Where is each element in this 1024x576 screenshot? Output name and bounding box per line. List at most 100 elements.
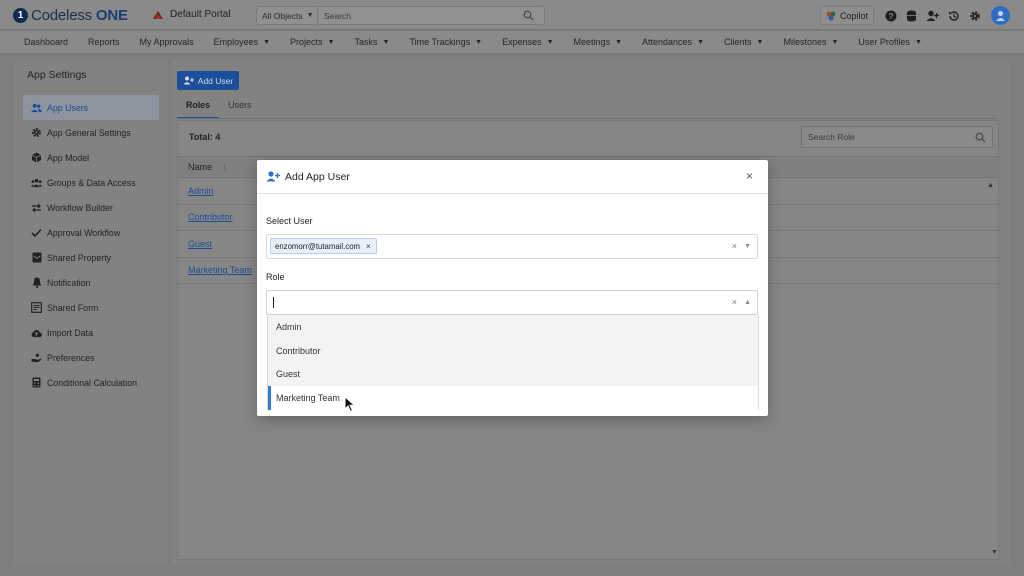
sidebar-item-shared-property[interactable]: Shared Property xyxy=(23,245,159,270)
role-option[interactable]: Marketing Team xyxy=(268,386,758,410)
copilot-icon xyxy=(826,11,836,20)
user-avatar[interactable] xyxy=(991,6,1010,25)
role-link[interactable]: Guest xyxy=(188,239,212,249)
check-icon xyxy=(31,227,42,238)
nav-milestones[interactable]: Milestones ▼ xyxy=(783,37,838,47)
nav-reports[interactable]: Reports xyxy=(88,37,120,47)
portal-icon xyxy=(153,10,163,19)
chevron-down-icon: ▼ xyxy=(475,38,483,46)
sidebar-menu: App Users App General Settings App Model… xyxy=(23,95,159,395)
sidebar-item-conditional-calculation[interactable]: Conditional Calculation xyxy=(23,370,159,395)
modal-title: Add App User xyxy=(285,170,350,183)
tab-roles[interactable]: Roles xyxy=(177,98,219,119)
nav-tasks[interactable]: Tasks ▼ xyxy=(355,37,390,47)
nav-clients[interactable]: Clients ▼ xyxy=(724,37,763,47)
chevron-down-icon: ▼ xyxy=(831,38,839,46)
sidebar-item-preferences[interactable]: Preferences xyxy=(23,345,159,370)
settings-sidebar: App Settings App Users App General Setti… xyxy=(14,60,168,565)
form-icon xyxy=(31,302,42,313)
role-option[interactable]: Contributor xyxy=(268,338,758,363)
sidebar-item-notification[interactable]: Notification xyxy=(23,270,159,295)
add-user-icon[interactable] xyxy=(926,9,939,22)
nav-meetings[interactable]: Meetings ▼ xyxy=(574,37,622,47)
logo-mark-icon: 1 xyxy=(13,8,28,23)
chevron-down-icon: ▼ xyxy=(382,38,390,46)
add-user-button[interactable]: Add User xyxy=(177,71,239,90)
sidebar-item-import-data[interactable]: Import Data xyxy=(23,320,159,345)
scroll-down-arrow-icon[interactable]: ▼ xyxy=(991,549,998,556)
clear-icon[interactable]: × xyxy=(732,297,737,307)
sidebar-item-app-users[interactable]: App Users xyxy=(23,95,159,120)
global-search-input[interactable]: Search xyxy=(319,6,545,25)
role-option[interactable]: Admin xyxy=(268,315,758,339)
nav-user-profiles[interactable]: User Profiles ▼ xyxy=(858,37,921,47)
cloud-upload-icon xyxy=(31,327,42,338)
nav-time-trackings[interactable]: Time Trackings ▼ xyxy=(409,37,482,47)
chevron-down-icon[interactable]: ▼ xyxy=(744,243,751,250)
chevron-down-icon: ▼ xyxy=(327,38,335,46)
selected-user-chip: enzomorr@tutamail.com × xyxy=(270,238,377,254)
copilot-button[interactable]: Copilot xyxy=(820,6,874,25)
chevron-down-icon: ▼ xyxy=(756,38,764,46)
property-icon xyxy=(31,252,42,263)
portal-switcher[interactable]: Default Portal xyxy=(152,9,231,20)
tab-users[interactable]: Users xyxy=(219,98,261,119)
add-app-user-modal: Add App User × Select User enzomorr@tuta… xyxy=(257,160,768,416)
role-link[interactable]: Contributor xyxy=(188,212,233,222)
nav-attendances[interactable]: Attendances ▼ xyxy=(642,37,704,47)
select-user-label: Select User xyxy=(266,216,313,226)
database-icon[interactable] xyxy=(905,9,918,22)
sidebar-item-app-general-settings[interactable]: App General Settings xyxy=(23,120,159,145)
chevron-down-icon: ▼ xyxy=(615,38,623,46)
nav-employees[interactable]: Employees ▼ xyxy=(214,37,270,47)
column-header-name[interactable]: Name xyxy=(188,162,212,172)
clear-icon[interactable]: × xyxy=(732,241,737,251)
close-icon[interactable]: × xyxy=(746,170,753,182)
sidebar-item-shared-form[interactable]: Shared Form xyxy=(23,295,159,320)
search-icon[interactable] xyxy=(523,10,534,21)
add-user-icon xyxy=(266,171,280,182)
chevron-down-icon: ▼ xyxy=(306,12,314,19)
sidebar-title: App Settings xyxy=(27,69,87,81)
nav-expenses[interactable]: Expenses ▼ xyxy=(502,37,553,47)
text-cursor xyxy=(273,297,274,308)
svg-text:?: ? xyxy=(888,12,893,21)
portal-name: Default Portal xyxy=(170,9,231,20)
chevron-up-icon[interactable]: ▲ xyxy=(744,299,751,306)
role-link[interactable]: Admin xyxy=(188,186,214,196)
nav-projects[interactable]: Projects ▼ xyxy=(290,37,334,47)
select-user-field[interactable]: enzomorr@tutamail.com × × ▼ xyxy=(266,234,758,259)
role-link[interactable]: Marketing Team xyxy=(188,265,252,275)
add-user-icon xyxy=(183,76,194,85)
help-icon[interactable]: ? xyxy=(884,9,897,22)
chevron-down-icon: ▼ xyxy=(914,38,922,46)
role-label: Role xyxy=(266,272,285,282)
top-bar: 1 Codeless ONE Default Portal All Object… xyxy=(0,0,1024,30)
tab-divider xyxy=(177,118,997,119)
role-dropdown: Admin Contributor Guest Marketing Team xyxy=(267,315,759,410)
modal-header: Add App User × xyxy=(257,160,768,194)
role-select-field[interactable]: × ▲ xyxy=(266,290,758,315)
sidebar-item-approval-workflow[interactable]: Approval Workflow xyxy=(23,220,159,245)
objects-select[interactable]: All Objects ▼ xyxy=(256,6,318,25)
search-role-input[interactable]: Search Role xyxy=(801,126,993,148)
cube-icon xyxy=(31,152,42,163)
nav-my-approvals[interactable]: My Approvals xyxy=(140,37,194,47)
mouse-cursor-icon xyxy=(344,396,356,413)
nav-dashboard[interactable]: Dashboard xyxy=(24,37,68,47)
sidebar-item-app-model[interactable]: App Model xyxy=(23,145,159,170)
top-icon-group: ? xyxy=(884,9,981,22)
chevron-down-icon: ▼ xyxy=(697,38,704,46)
hand-icon xyxy=(31,352,42,363)
app-logo[interactable]: 1 Codeless ONE xyxy=(13,7,128,24)
settings-gear-icon[interactable] xyxy=(968,9,981,22)
remove-chip-icon[interactable]: × xyxy=(366,242,371,251)
sidebar-item-workflow-builder[interactable]: Workflow Builder xyxy=(23,195,159,220)
sort-ascending-icon[interactable]: ↑ xyxy=(222,162,227,172)
history-icon[interactable] xyxy=(947,9,960,22)
role-option[interactable]: Guest xyxy=(268,362,758,387)
group-icon xyxy=(31,177,42,188)
search-icon[interactable] xyxy=(975,132,986,143)
sidebar-item-groups-data-access[interactable]: Groups & Data Access xyxy=(23,170,159,195)
main-nav: Dashboard Reports My Approvals Employees… xyxy=(0,31,1024,54)
